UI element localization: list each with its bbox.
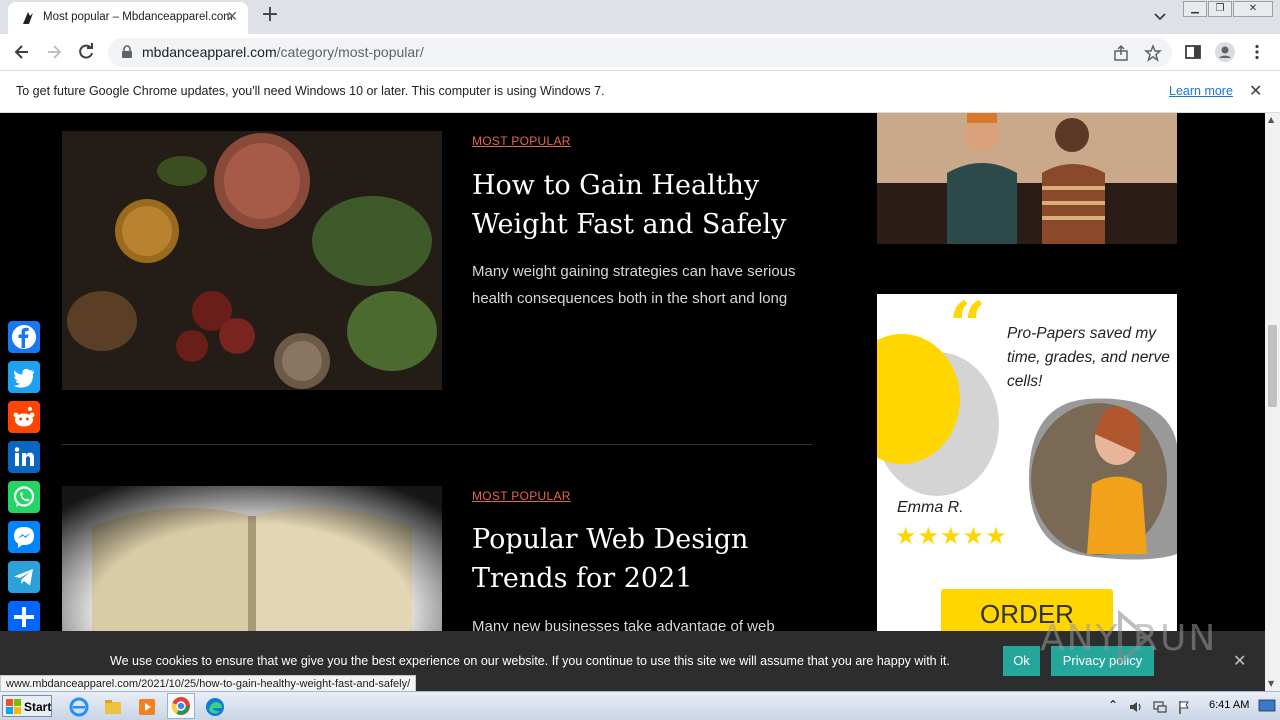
edge-icon[interactable] <box>204 696 226 718</box>
taskbar-clock[interactable]: 6:41 AM <box>1209 699 1249 711</box>
post-category-link[interactable]: MOST POPULAR <box>472 489 571 503</box>
share-page-icon[interactable] <box>1112 44 1130 62</box>
start-label: Start <box>24 700 52 714</box>
cookie-message: We use cookies to ensure that we give yo… <box>110 654 950 668</box>
page-scrollbar[interactable]: ▲ ▼ <box>1265 113 1280 691</box>
chrome-icon <box>171 697 190 715</box>
restore-button[interactable]: ❐ <box>1208 1 1232 17</box>
post-title[interactable]: How to Gain Healthy Weight Fast and Safe… <box>472 166 812 244</box>
forward-arrow-icon[interactable] <box>44 42 64 62</box>
network-icon[interactable] <box>1152 699 1168 715</box>
bookmark-star-icon[interactable] <box>1144 44 1162 62</box>
back-arrow-icon[interactable] <box>12 42 32 62</box>
infobar-message: To get future Google Chrome updates, you… <box>16 84 605 98</box>
url-text[interactable]: mbdanceapparel.com/category/most-popular… <box>142 44 424 60</box>
telegram-share-button[interactable] <box>8 561 40 593</box>
profile-avatar-icon[interactable] <box>1215 42 1235 62</box>
side-panel-icon[interactable] <box>1184 43 1202 61</box>
media-player-icon[interactable] <box>136 696 158 718</box>
ad-quote: Pro-Papers saved my time, grades, and ne… <box>1007 325 1170 390</box>
reddit-icon <box>13 407 35 427</box>
anyrun-watermark: ANY RUN <box>1040 606 1240 667</box>
start-button[interactable]: Start <box>2 695 52 717</box>
tab-search-chevron-icon[interactable] <box>1152 8 1168 24</box>
site-favicon-icon <box>23 12 33 24</box>
address-bar[interactable]: mbdanceapparel.com/category/most-popular… <box>108 38 1172 67</box>
ad-photo-couple[interactable] <box>877 113 1177 244</box>
linkedin-share-button[interactable] <box>8 441 40 473</box>
scrollbar-thumb[interactable] <box>1268 325 1277 407</box>
browser-toolbar: mbdanceapparel.com/category/most-popular… <box>0 34 1280 71</box>
windows-taskbar: Start ⌃ 6:41 AM <box>0 691 1280 720</box>
plus-share-icon <box>14 607 34 627</box>
page-content: MOST POPULAR How to Gain Healthy Weight … <box>0 113 1265 691</box>
ad-reviewer: Emma R. <box>897 499 964 516</box>
windows-logo-icon <box>6 699 21 714</box>
post-excerpt: Many weight gaining strategies can have … <box>472 263 796 307</box>
action-center-flag-icon[interactable] <box>1176 699 1192 715</box>
taskbar-chrome-active[interactable] <box>167 693 195 719</box>
cookie-ok-button[interactable]: Ok <box>1003 646 1040 676</box>
update-infobar: To get future Google Chrome updates, you… <box>0 71 1280 113</box>
couple-photo-icon <box>877 113 1177 244</box>
linkedin-icon <box>14 447 34 466</box>
lock-icon[interactable] <box>120 45 134 59</box>
tab-title: Most popular – Mbdanceapparel.com <box>43 11 233 23</box>
facebook-icon <box>12 325 36 349</box>
watermark-text: ANY RUN <box>1040 618 1218 659</box>
learn-more-link[interactable]: Learn more <box>1169 84 1233 98</box>
file-explorer-icon[interactable] <box>102 696 124 718</box>
ad-rating-stars: ★★★★★ <box>895 522 1008 550</box>
telegram-icon <box>14 569 33 586</box>
infobar-close-button[interactable]: ✕ <box>1249 81 1262 100</box>
reddit-share-button[interactable] <box>8 401 40 433</box>
post-divider <box>62 444 812 445</box>
food-image-icon <box>62 131 442 390</box>
scroll-up-arrow-icon[interactable]: ▲ <box>1268 115 1274 124</box>
post-title[interactable]: Popular Web Design Trends for 2021 <box>472 520 812 598</box>
tray-expand-icon[interactable]: ⌃ <box>1108 698 1118 712</box>
share-more-button[interactable] <box>8 601 40 633</box>
internet-explorer-icon[interactable] <box>68 696 90 718</box>
post-category-link[interactable]: MOST POPULAR <box>472 134 571 148</box>
post-thumbnail-food[interactable] <box>62 131 442 390</box>
scroll-down-arrow-icon[interactable]: ▼ <box>1268 679 1274 688</box>
twitter-icon <box>13 369 34 388</box>
messenger-share-button[interactable] <box>8 521 40 553</box>
menu-kebab-icon[interactable] <box>1248 43 1266 61</box>
volume-icon[interactable] <box>1128 699 1144 715</box>
messenger-icon <box>14 527 34 548</box>
tab-close-button[interactable]: ✕ <box>226 9 238 25</box>
tab-strip: Most popular – Mbdanceapparel.com ✕ + ▁ … <box>0 0 1280 34</box>
whatsapp-icon <box>13 486 35 507</box>
window-close-button[interactable]: ✕ <box>1233 1 1273 17</box>
twitter-share-button[interactable] <box>8 361 40 393</box>
show-desktop-icon[interactable] <box>1258 698 1276 714</box>
minimize-button[interactable]: ▁ <box>1183 1 1207 17</box>
new-tab-button[interactable]: + <box>259 4 281 28</box>
whatsapp-share-button[interactable] <box>8 481 40 513</box>
active-tab[interactable]: Most popular – Mbdanceapparel.com ✕ <box>8 2 248 34</box>
quote-mark-icon: “ <box>949 294 986 363</box>
facebook-share-button[interactable] <box>8 321 40 353</box>
reload-icon[interactable] <box>76 42 96 62</box>
